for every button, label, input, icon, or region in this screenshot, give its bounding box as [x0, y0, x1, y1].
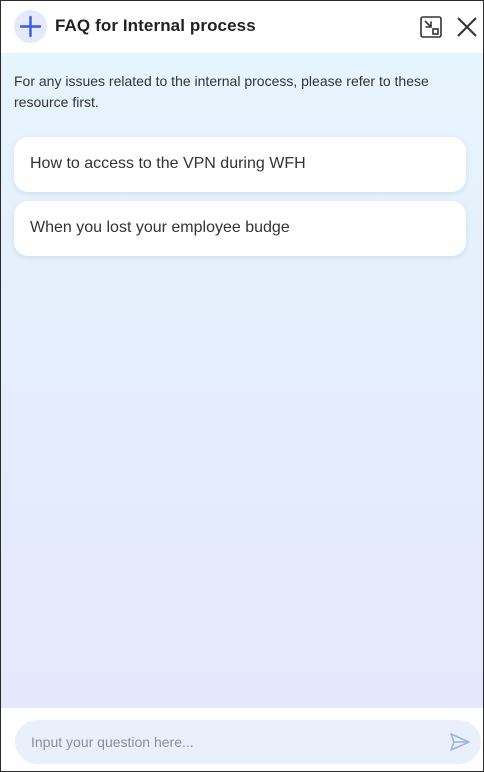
new-chat-button[interactable]	[14, 10, 47, 43]
chat-body: For any issues related to the internal p…	[1, 53, 483, 708]
faq-item-label: When you lost your employee budge	[30, 219, 290, 236]
close-button[interactable]	[455, 15, 479, 39]
close-icon	[457, 17, 477, 37]
question-input[interactable]	[31, 720, 441, 764]
question-input-wrapper	[15, 720, 481, 764]
faq-chat-panel: FAQ for Internal process For any issues …	[0, 0, 484, 772]
plus-icon	[19, 15, 42, 38]
intro-text: For any issues related to the internal p…	[14, 73, 429, 110]
faq-item-vpn[interactable]: How to access to the VPN during WFH	[14, 137, 466, 192]
composer	[1, 708, 483, 771]
send-button[interactable]	[449, 731, 471, 753]
minimize-window-icon	[420, 16, 442, 38]
panel-header: FAQ for Internal process	[1, 1, 483, 53]
faq-item-label: How to access to the VPN during WFH	[30, 155, 306, 172]
minimize-button[interactable]	[419, 15, 443, 39]
send-icon	[450, 733, 470, 751]
panel-title: FAQ for Internal process	[55, 16, 256, 35]
faq-item-employee-badge[interactable]: When you lost your employee budge	[14, 201, 466, 256]
